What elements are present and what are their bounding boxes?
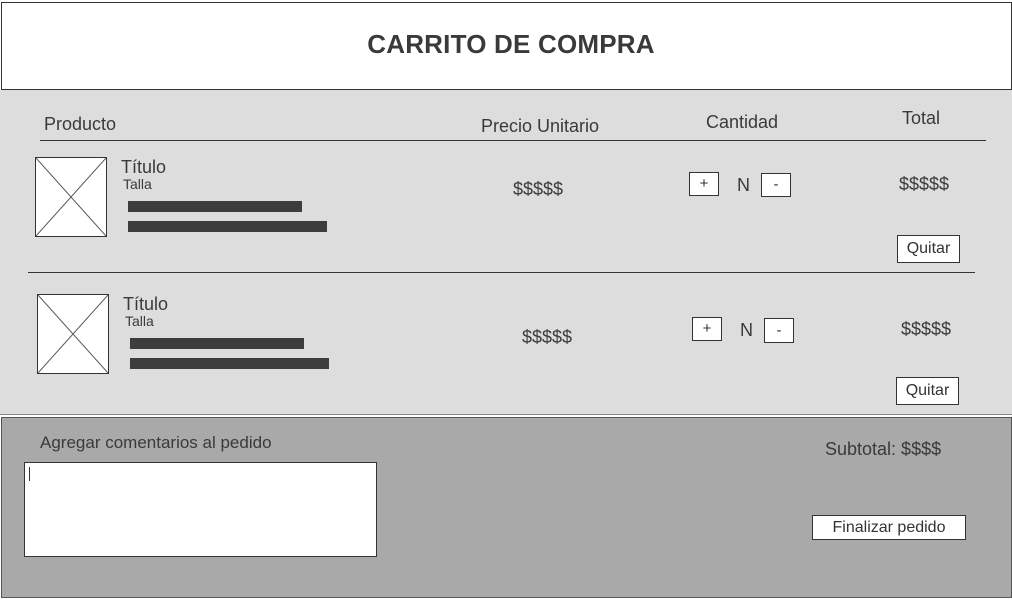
increase-quantity-button[interactable]: + bbox=[689, 172, 719, 196]
item-divider bbox=[28, 272, 975, 273]
item-size: Talla bbox=[123, 176, 152, 192]
item-unit-price: $$$$$ bbox=[513, 179, 564, 199]
column-header-quantity: Cantidad bbox=[706, 112, 779, 132]
increase-quantity-button[interactable]: + bbox=[692, 317, 722, 341]
item-title: Título bbox=[123, 294, 169, 314]
product-image-placeholder bbox=[37, 294, 109, 374]
checkout-button[interactable]: Finalizar pedido bbox=[812, 515, 966, 540]
comments-textarea[interactable] bbox=[24, 462, 377, 557]
column-header-product: Producto bbox=[44, 114, 117, 134]
image-placeholder-icon bbox=[36, 158, 106, 236]
remove-item-button[interactable]: Quitar bbox=[897, 235, 960, 263]
image-placeholder-icon bbox=[38, 295, 108, 373]
item-title: Título bbox=[121, 157, 167, 177]
decrease-quantity-button[interactable]: - bbox=[761, 173, 791, 197]
column-header-total: Total bbox=[902, 108, 941, 128]
description-placeholder-line bbox=[128, 221, 327, 232]
item-total: $$$$$ bbox=[901, 319, 952, 339]
comments-label: Agregar comentarios al pedido bbox=[40, 433, 272, 452]
page-title: CARRITO DE COMPRA bbox=[367, 29, 655, 59]
decrease-quantity-button[interactable]: - bbox=[764, 318, 794, 343]
description-placeholder-line bbox=[130, 338, 304, 349]
text-cursor bbox=[29, 467, 30, 481]
description-placeholder-line bbox=[128, 201, 302, 212]
product-image-placeholder bbox=[35, 157, 107, 237]
column-header-unit-price: Precio Unitario bbox=[481, 116, 600, 136]
item-total: $$$$$ bbox=[899, 174, 950, 194]
header-divider bbox=[40, 140, 986, 141]
item-unit-price: $$$$$ bbox=[522, 327, 573, 347]
description-placeholder-line bbox=[130, 358, 329, 369]
subtotal: Subtotal: $$$$ bbox=[825, 439, 942, 459]
item-quantity: N bbox=[737, 175, 750, 195]
remove-item-button[interactable]: Quitar bbox=[896, 377, 959, 405]
item-quantity: N bbox=[740, 320, 753, 340]
item-size: Talla bbox=[125, 313, 154, 329]
